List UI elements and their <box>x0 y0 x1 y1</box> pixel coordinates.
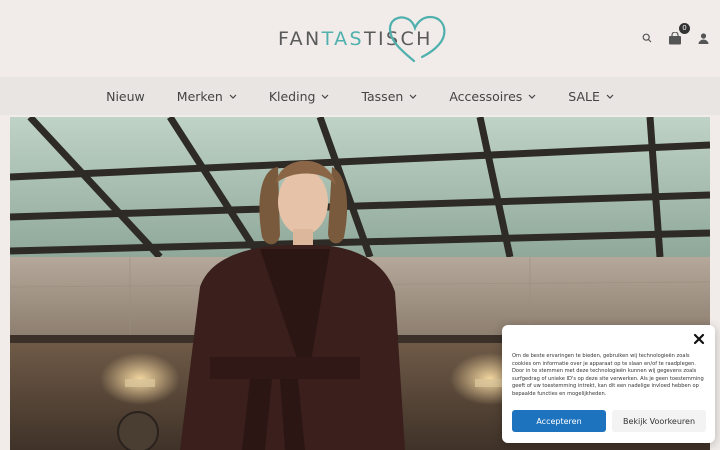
site-header: FANTASTISCH 0 <box>0 0 720 77</box>
cookie-consent-banner: Om de beste ervaringen te bieden, gebrui… <box>502 325 715 443</box>
nav-item-label: Merken <box>176 88 223 104</box>
chevron-down-icon <box>229 94 237 99</box>
nav-item-accessoires[interactable]: Accessoires <box>433 89 552 104</box>
search-icon[interactable] <box>638 29 656 47</box>
cookie-consent-text: Om de beste ervaringen te bieden, gebrui… <box>512 353 704 397</box>
cart-count-badge: 0 <box>679 23 690 34</box>
nav-item-label: Nieuw <box>106 88 145 104</box>
view-preferences-button[interactable]: Bekijk Voorkeuren <box>612 410 706 432</box>
site-logo[interactable]: FANTASTISCH <box>278 13 448 63</box>
nav-item-sale[interactable]: SALE <box>552 89 630 104</box>
user-icon[interactable] <box>694 29 712 47</box>
nav-item-nieuw[interactable]: Nieuw <box>90 89 161 104</box>
chevron-down-icon <box>409 94 417 99</box>
nav-item-label: Kleding <box>268 88 316 104</box>
cart-icon[interactable]: 0 <box>666 23 690 47</box>
logo-text-part1: FAN <box>278 28 322 50</box>
nav-item-label: SALE <box>568 88 600 104</box>
chevron-down-icon <box>528 94 536 99</box>
nav-item-kleding[interactable]: Kleding <box>253 89 346 104</box>
main-navigation: Nieuw Merken Kleding Tassen Accessoires … <box>0 77 720 115</box>
nav-item-merken[interactable]: Merken <box>161 89 253 104</box>
chevron-down-icon <box>322 94 329 99</box>
nav-item-label: Accessoires <box>449 88 523 104</box>
heart-icon <box>388 15 446 63</box>
header-icons: 0 <box>638 23 712 48</box>
chevron-down-icon <box>606 94 614 99</box>
nav-item-tassen[interactable]: Tassen <box>345 89 433 104</box>
nav-item-label: Tassen <box>361 88 404 104</box>
logo-text-part2: TAS <box>321 28 364 50</box>
accept-cookies-button[interactable]: Accepteren <box>512 410 606 432</box>
close-icon[interactable] <box>692 331 706 345</box>
